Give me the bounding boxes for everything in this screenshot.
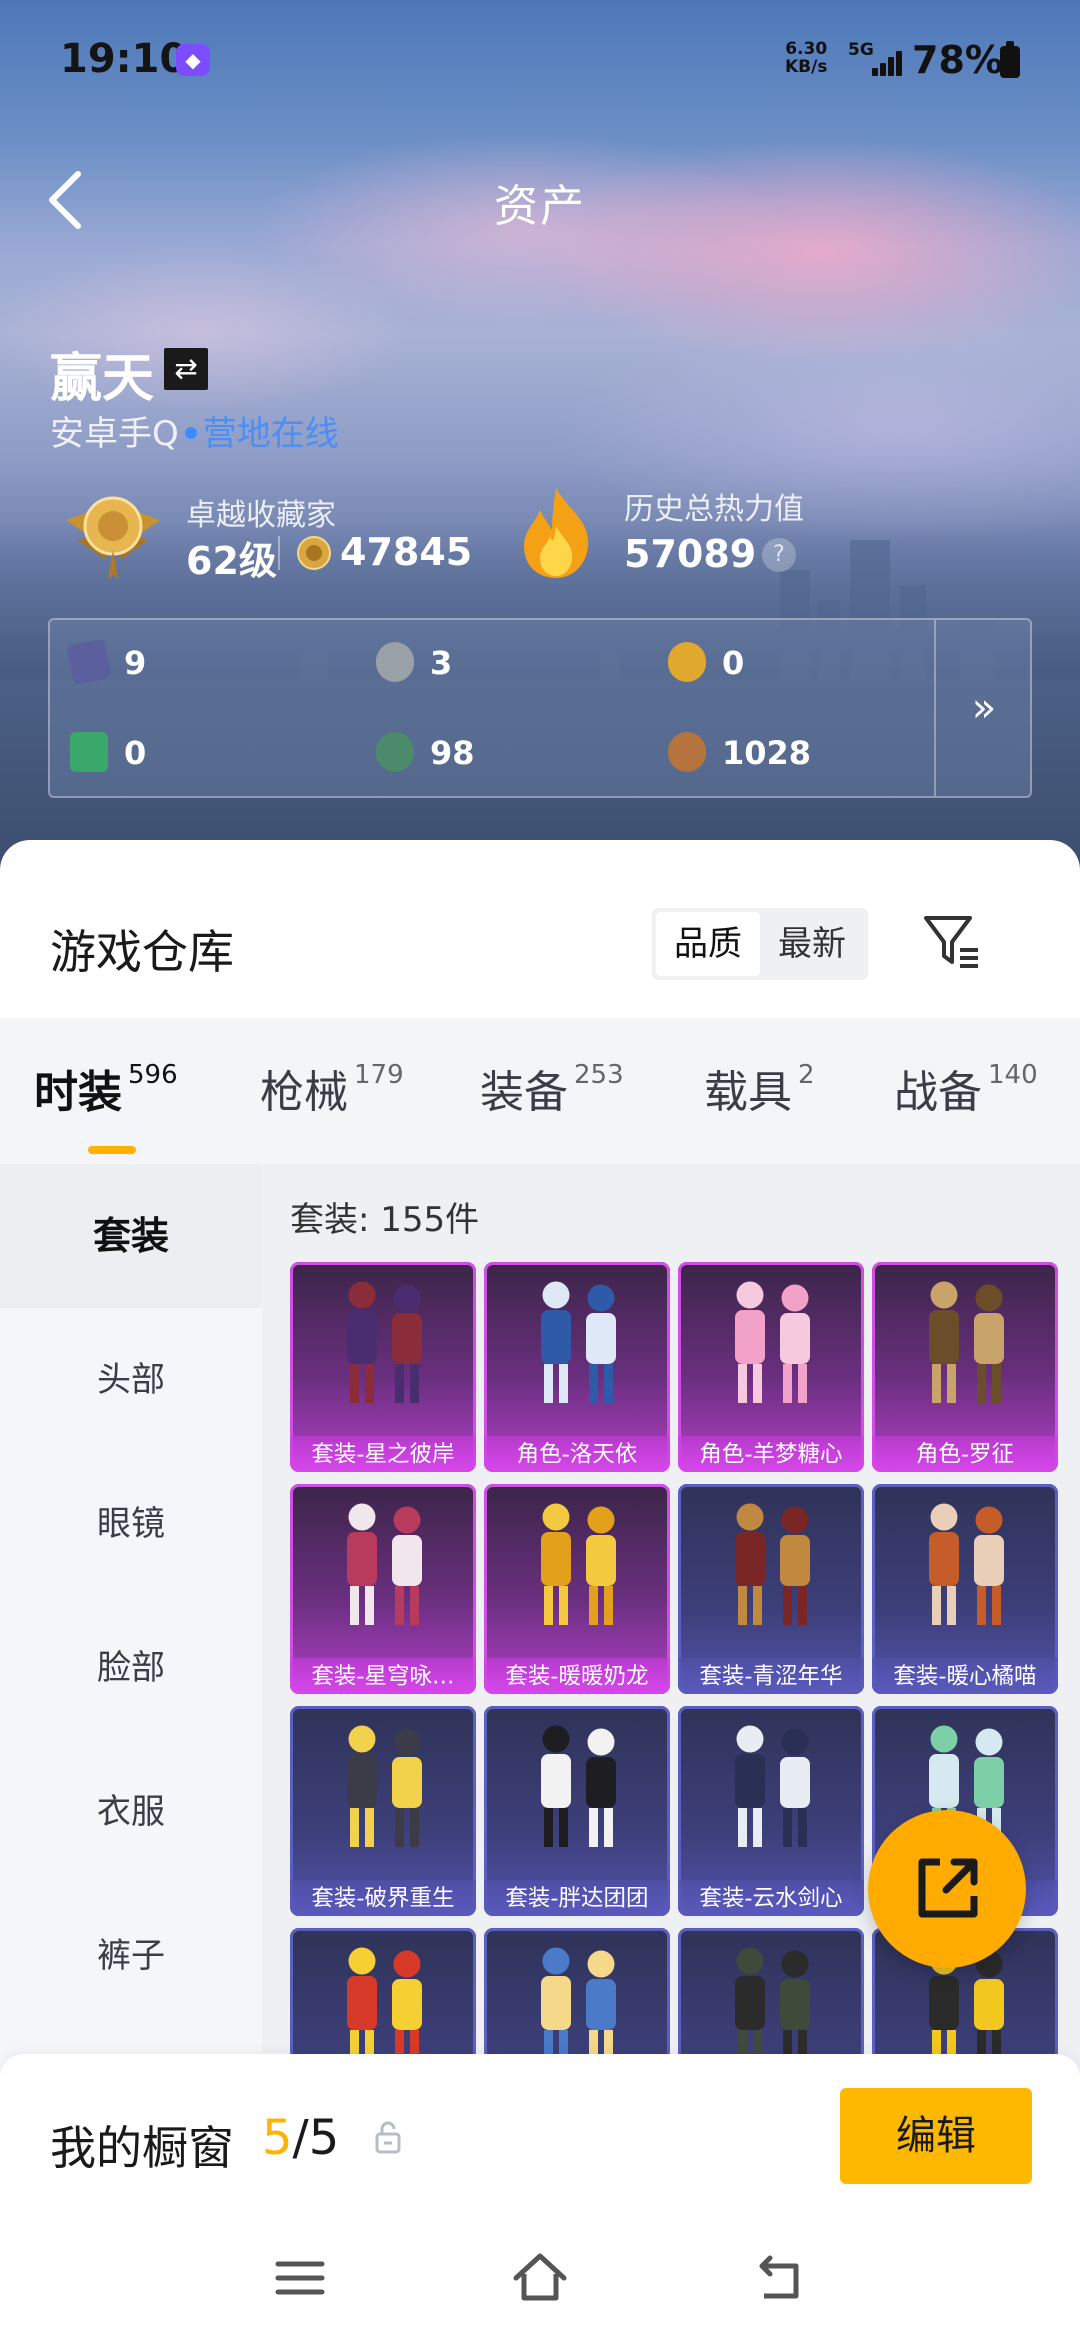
stat-divider bbox=[278, 536, 280, 570]
back-nav-icon[interactable] bbox=[750, 2248, 810, 2308]
app-notification-icon: ◆ bbox=[176, 44, 210, 76]
heat-title: 历史总热力值 bbox=[624, 492, 804, 527]
outfit-item-label: 套装-胖达团团 bbox=[484, 1880, 670, 1916]
sidebar-item-pants[interactable]: 裤子 bbox=[0, 1884, 262, 2028]
showcase-count: 5/5 bbox=[262, 2110, 340, 2166]
green-ticket-icon bbox=[70, 732, 108, 772]
tab-fashion[interactable]: 时装 596 bbox=[34, 1056, 178, 1120]
outfit-item-label: 套装-破界重生 bbox=[290, 1880, 476, 1916]
collector-medal-icon[interactable] bbox=[58, 482, 168, 582]
silver-coin-icon bbox=[376, 642, 414, 682]
sort-quality-button[interactable]: 品质 bbox=[656, 912, 760, 976]
outfit-figure-icon bbox=[735, 1503, 810, 1625]
outfit-item-card[interactable]: 套装-破界重生 bbox=[290, 1706, 476, 1916]
category-tabs: 时装 596 枪械 179 装备 253 载具 2 战备 140 bbox=[0, 1018, 1080, 1164]
outfit-figure-icon bbox=[541, 1725, 616, 1847]
tab-vehicles[interactable]: 载具 2 bbox=[704, 1056, 815, 1120]
sidebar-item-glasses[interactable]: 眼镜 bbox=[0, 1452, 262, 1596]
outfit-item-card[interactable]: 角色-洛天依 bbox=[484, 1262, 670, 1472]
edit-button[interactable]: 编辑 bbox=[840, 2088, 1032, 2184]
help-icon[interactable]: ? bbox=[762, 538, 796, 572]
outfit-item-card[interactable]: 套装-青涩年华 bbox=[678, 1484, 864, 1694]
menu-icon[interactable] bbox=[270, 2248, 330, 2308]
outfit-figure-icon bbox=[929, 1503, 1004, 1625]
outfit-item-card[interactable]: 角色-罗征 bbox=[872, 1262, 1058, 1472]
outfit-figure-icon bbox=[735, 1281, 810, 1403]
switch-account-icon[interactable]: ⇄ bbox=[164, 348, 208, 390]
outfit-figure-icon bbox=[347, 1725, 422, 1847]
share-icon bbox=[918, 1858, 978, 1918]
system-nav-bar bbox=[0, 2204, 1080, 2344]
outfit-item-card[interactable]: 角色-羊梦糖心 bbox=[678, 1262, 864, 1472]
collector-level: 62级 bbox=[186, 539, 277, 583]
collector-title: 卓越收藏家 bbox=[186, 498, 336, 533]
share-button[interactable] bbox=[868, 1810, 1026, 1968]
outfit-item-card[interactable]: 套装-云水剑心 bbox=[678, 1706, 864, 1916]
battery-icon bbox=[1000, 41, 1020, 78]
outfit-figure-icon bbox=[929, 1281, 1004, 1403]
home-icon[interactable] bbox=[510, 2248, 570, 2308]
card-ticket-icon bbox=[66, 638, 112, 686]
green-gem-icon bbox=[376, 732, 414, 772]
active-tab-indicator bbox=[88, 1146, 136, 1154]
outfit-item-label: 角色-罗征 bbox=[872, 1436, 1058, 1472]
outfit-item-card[interactable]: 套装-星之彼岸 bbox=[290, 1262, 476, 1472]
status-time: 19:10 bbox=[60, 36, 188, 82]
bronze-coin-icon bbox=[668, 732, 706, 772]
fire-icon bbox=[524, 488, 589, 578]
grid-title: 套装: 155件 bbox=[290, 1200, 480, 1240]
outfit-item-label: 套装-星穹咏… bbox=[290, 1658, 476, 1694]
outfit-figure-icon bbox=[541, 1503, 616, 1625]
platform-label: 安卓手Q bbox=[50, 414, 179, 454]
sidebar-item-sets[interactable]: 套装 bbox=[0, 1164, 262, 1308]
outfit-item-card[interactable]: 套装-暖暖奶龙 bbox=[484, 1484, 670, 1694]
outfit-item-card[interactable]: 套装-暖心橘喵 bbox=[872, 1484, 1058, 1694]
sidebar-item-face[interactable]: 脸部 bbox=[0, 1596, 262, 1740]
status-bar: 19:10 ◆ 6.30 KB/s 5G 78% bbox=[0, 0, 1080, 120]
filter-icon[interactable] bbox=[920, 910, 984, 974]
outfit-item-label: 角色-洛天依 bbox=[484, 1436, 670, 1472]
showcase-title: 我的橱窗 bbox=[50, 2121, 234, 2175]
double-chevron-right-icon[interactable]: » bbox=[936, 620, 1032, 796]
sidebar-item-head[interactable]: 头部 bbox=[0, 1308, 262, 1452]
outfit-item-label: 套装-暖心橘喵 bbox=[872, 1658, 1058, 1694]
collector-coin-icon bbox=[297, 536, 331, 570]
sidebar-item-clothes[interactable]: 衣服 bbox=[0, 1740, 262, 1884]
collector-points: 47845 bbox=[340, 530, 473, 574]
tab-supplies[interactable]: 战备 140 bbox=[894, 1056, 1038, 1120]
tab-guns[interactable]: 枪械 179 bbox=[260, 1056, 404, 1120]
battery-percent: 78% bbox=[912, 38, 1003, 82]
outfit-item-label: 套装-暖暖奶龙 bbox=[484, 1658, 670, 1694]
online-status: 营地在线 bbox=[202, 414, 339, 454]
outfit-figure-icon bbox=[735, 1725, 810, 1847]
outfit-item-label: 角色-羊梦糖心 bbox=[678, 1436, 864, 1472]
network-speed: 6.30 KB/s bbox=[785, 39, 828, 77]
warehouse-title: 游戏仓库 bbox=[50, 925, 234, 979]
outfit-figure-icon bbox=[347, 1281, 422, 1403]
lock-icon bbox=[375, 2121, 401, 2154]
outfit-figure-icon bbox=[347, 1503, 422, 1625]
heat-value: 57089 bbox=[624, 532, 757, 576]
showcase-bar: 我的橱窗 5/5 编辑 bbox=[0, 2054, 1080, 2204]
platform-info: 安卓手Q 营地在线 bbox=[50, 406, 339, 455]
currency-panel[interactable]: 9 3 0 0 98 1028 » bbox=[48, 618, 1032, 798]
sort-toggle: 品质 最新 bbox=[652, 908, 868, 980]
online-dot bbox=[184, 426, 197, 439]
outfit-item-card[interactable]: 套装-星穹咏… bbox=[290, 1484, 476, 1694]
tab-equipment[interactable]: 装备 253 bbox=[480, 1056, 624, 1120]
outfit-item-label: 套装-青涩年华 bbox=[678, 1658, 864, 1694]
outfit-item-card[interactable]: 套装-胖达团团 bbox=[484, 1706, 670, 1916]
signal-icon bbox=[862, 48, 902, 76]
outfit-figure-icon bbox=[541, 1281, 616, 1403]
outfit-item-label: 套装-云水剑心 bbox=[678, 1880, 864, 1916]
gold-coin-icon bbox=[668, 642, 706, 682]
sort-newest-button[interactable]: 最新 bbox=[760, 912, 864, 976]
page-title: 资产 bbox=[494, 181, 586, 232]
username: 赢天 bbox=[50, 349, 155, 409]
outfit-item-label: 套装-星之彼岸 bbox=[290, 1436, 476, 1472]
